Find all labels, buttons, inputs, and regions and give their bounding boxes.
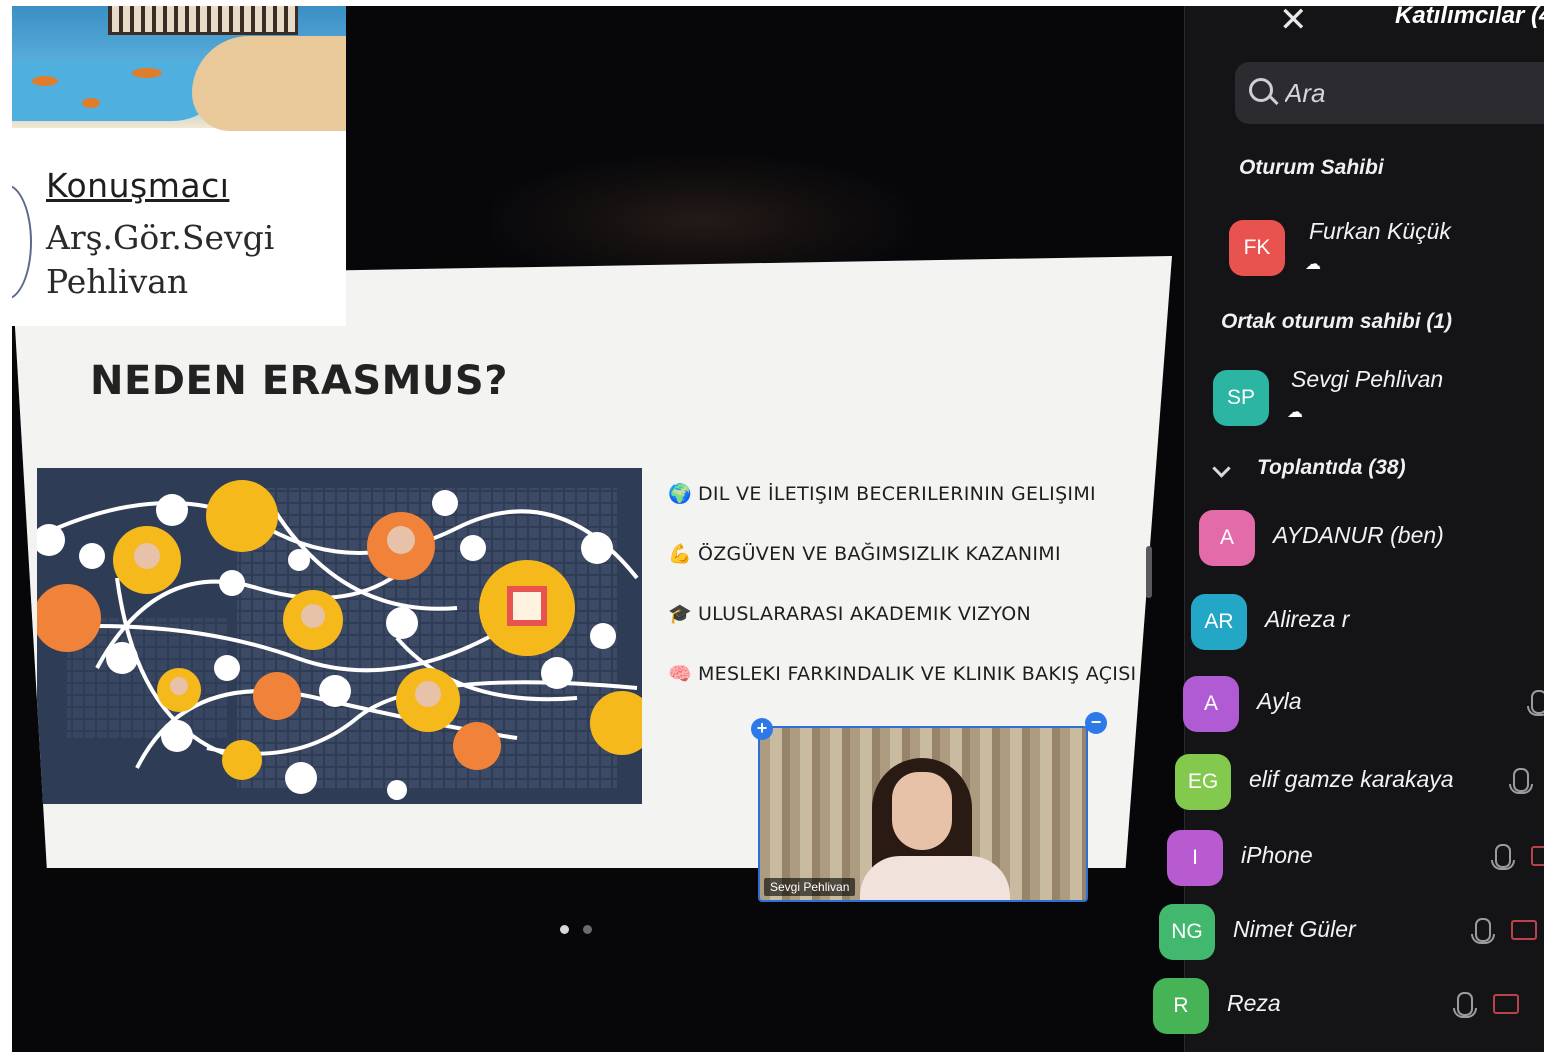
globe-icon: 🌍 [668,483,692,505]
participant-row[interactable]: A Ayla [1183,676,1544,736]
microphone-icon[interactable] [1471,918,1495,944]
avatar: A [1199,510,1255,566]
in-meeting-section-title[interactable]: Toplantıda (38) [1257,456,1406,480]
host-section-title: Oturum Sahibi [1239,156,1384,179]
participant-name: Alireza r [1265,606,1350,632]
bullet-text: ÖZGÜVEN VE BAĞIMSIZLIK KAZANIMI [697,543,1061,565]
participant-name: Ayla [1257,688,1302,714]
avatar: AR [1191,594,1247,650]
participant-row[interactable]: IiPhone [1167,830,1544,890]
participant-row[interactable]: NG Nimet Güler [1159,904,1544,964]
participant-row-host[interactable]: FK Furkan Küçük ☁ [1229,218,1544,280]
participant-search[interactable] [1235,62,1544,124]
microphone-icon[interactable] [1491,844,1515,870]
avatar: EG [1175,754,1231,810]
participant-name: elif gamze karakaya [1249,766,1454,792]
participants-panel: ✕ Katılımcılar (4 Oturum Sahibi FK Furka… [1153,6,1544,1052]
search-input[interactable] [1283,72,1544,114]
search-icon [1249,78,1273,102]
camera-off-icon[interactable] [1493,994,1519,1014]
university-seal-icon [12,184,32,300]
self-video-tile[interactable]: Sevgi Pehlivan [758,726,1088,902]
participant-name: Sevgi Pehlivan [1291,366,1444,392]
avatar: NG [1159,904,1215,960]
bullet-text: DIL VE İLETIŞIM BECERILERININ GELIŞIMI [697,483,1096,505]
panel-resize-handle[interactable] [1146,546,1152,598]
panel-title: Katılımcılar (4 [1395,6,1544,29]
participant-name: Reza [1227,990,1281,1016]
page-dot[interactable] [560,925,569,934]
avatar: I [1167,830,1223,886]
slide-title: NEDEN ERASMUS? [90,358,508,404]
video-name-label: Sevgi Pehlivan [764,878,856,896]
participant-row[interactable]: AR Alireza r [1191,594,1544,654]
participant-row[interactable]: EG elif gamze karakaya [1175,754,1544,814]
participant-row-cohost[interactable]: SP Sevgi Pehlivan ☁ [1213,366,1544,430]
avatar: A [1183,676,1239,732]
bullet-item: 🧠 MESLEKI FARKINDALIK VE KLINIK BAKIŞ AÇI… [668,658,1138,690]
page-dot[interactable] [583,925,592,934]
participant-name: Furkan Küçük [1309,218,1451,244]
cloud-icon: ☁ [1287,404,1303,421]
participant-row[interactable]: R Reza [1153,978,1544,1038]
speaker-card: Konuşmacı Arş.Gör.Sevgi Pehlivan [12,6,346,326]
cohost-section-title: Ortak oturum sahibi (1) [1221,310,1453,333]
speaker-label: Konuşmacı [46,166,230,205]
microphone-icon[interactable] [1453,992,1477,1018]
bullet-item: 🎓 ULUSLARARASI AKADEMIK VIZYON [668,598,1138,630]
add-icon[interactable]: + [751,718,773,740]
screen-photo: Konuşmacı Arş.Gör.Sevgi Pehlivan NEDEN E… [12,6,1544,1052]
slide-bullets: 🌍 DIL VE İLETIŞIM BECERILERININ GELIŞIMI … [668,478,1138,718]
cloud-icon: ☁ [1305,256,1321,273]
microphone-icon[interactable] [1527,690,1544,716]
participant-name: AYDANUR (ben) [1273,522,1444,548]
speaker-name: Arş.Gör.Sevgi Pehlivan [46,218,275,301]
camera-off-icon[interactable] [1511,920,1537,940]
network-infographic [37,468,642,804]
close-icon[interactable]: ✕ [1279,6,1308,40]
participant-name: iPhone [1241,842,1313,868]
bullet-item: 💪 ÖZGÜVEN VE BAĞIMSIZLIK KAZANIMI [668,538,1138,570]
participant-name: Nimet Güler [1233,916,1356,942]
slide-page-indicator[interactable] [560,921,606,939]
bullet-text: ULUSLARARASI AKADEMIK VIZYON [697,603,1032,625]
network-illustration [37,480,642,800]
bullet-item: 🌍 DIL VE İLETIŞIM BECERILERININ GELIŞIMI [668,478,1138,510]
flexed-biceps-icon: 💪 [668,543,692,565]
avatar: FK [1229,220,1285,276]
participant-row[interactable]: A AYDANUR (ben) [1199,510,1544,570]
camera-off-icon[interactable] [1531,846,1544,866]
brain-icon: 🧠 [668,663,692,685]
minimize-icon[interactable]: − [1085,712,1107,734]
participant-face [892,772,952,850]
speaker-card-illustration [12,6,346,131]
avatar: R [1153,978,1209,1034]
microphone-icon[interactable] [1509,768,1533,794]
graduation-cap-icon: 🎓 [668,603,692,625]
bullet-text: MESLEKI FARKINDALIK VE KLINIK BAKIŞ AÇIS… [697,663,1137,685]
chevron-down-icon[interactable] [1212,459,1231,478]
avatar: SP [1213,370,1269,426]
